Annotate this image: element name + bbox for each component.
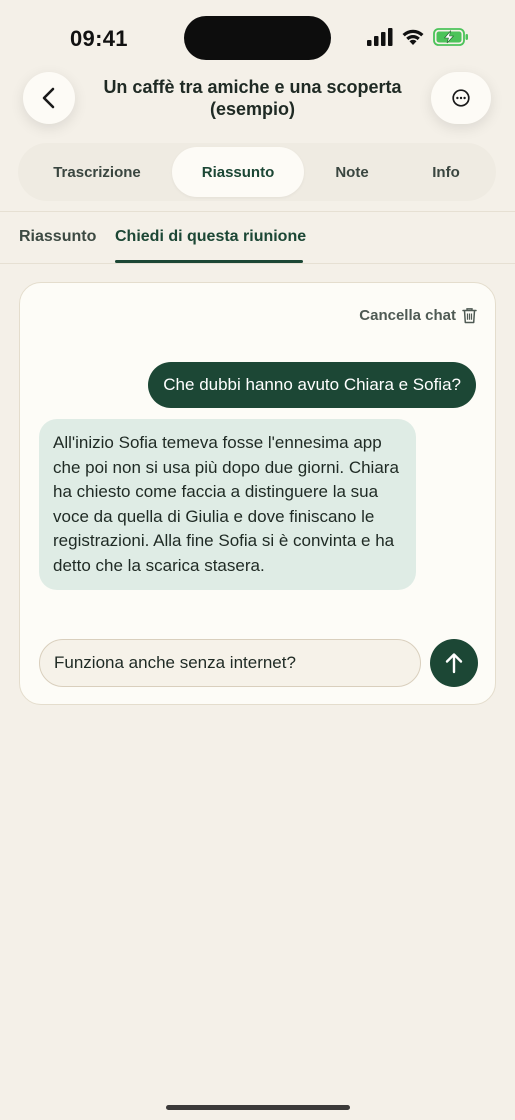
screen: 09:41 Un caffè tra amiche e una scoperta…: [0, 0, 515, 1120]
home-indicator: [166, 1105, 350, 1110]
arrow-up-icon: [445, 653, 463, 674]
dynamic-island: [184, 16, 331, 60]
clear-chat-label: Cancella chat: [359, 307, 456, 324]
user-message: Che dubbi hanno avuto Chiara e Sofia?: [148, 362, 476, 408]
chat-input[interactable]: [39, 639, 421, 687]
divider: [0, 263, 515, 264]
cellular-signal-icon: [367, 28, 393, 46]
subtab-chiedi[interactable]: Chiedi di questa riunione: [115, 228, 306, 246]
tab-info[interactable]: Info: [400, 147, 492, 197]
battery-charging-icon: [433, 28, 468, 46]
subtab-riassunto[interactable]: Riassunto: [19, 228, 96, 246]
segmented-tabs: Trascrizione Riassunto Note Info: [18, 143, 496, 201]
chevron-left-icon: [42, 87, 55, 109]
header: Un caffè tra amiche e una scoperta (esem…: [0, 72, 515, 128]
assistant-message: All'inizio Sofia temeva fosse l'ennesima…: [39, 419, 416, 590]
tab-note[interactable]: Note: [304, 147, 400, 197]
chat-input-field[interactable]: [54, 653, 406, 673]
tab-trascrizione[interactable]: Trascrizione: [22, 147, 172, 197]
sub-tabs: Riassunto Chiedi di questa riunione: [0, 212, 515, 264]
status-icons: [367, 28, 469, 46]
more-options-button[interactable]: [431, 72, 491, 124]
chat-card: Cancella chat Che dubbi hanno avuto Chia…: [19, 282, 496, 705]
ellipsis-circle-icon: [452, 89, 470, 107]
page-title: Un caffè tra amiche e una scoperta (esem…: [103, 77, 402, 119]
status-time: 09:41: [70, 26, 128, 51]
back-button[interactable]: [23, 72, 75, 124]
tab-riassunto[interactable]: Riassunto: [172, 147, 304, 197]
trash-icon: [462, 308, 477, 324]
wifi-icon: [402, 29, 424, 45]
clear-chat-button[interactable]: Cancella chat: [359, 307, 477, 324]
send-button[interactable]: [430, 639, 478, 687]
status-bar: 09:41: [0, 0, 515, 70]
